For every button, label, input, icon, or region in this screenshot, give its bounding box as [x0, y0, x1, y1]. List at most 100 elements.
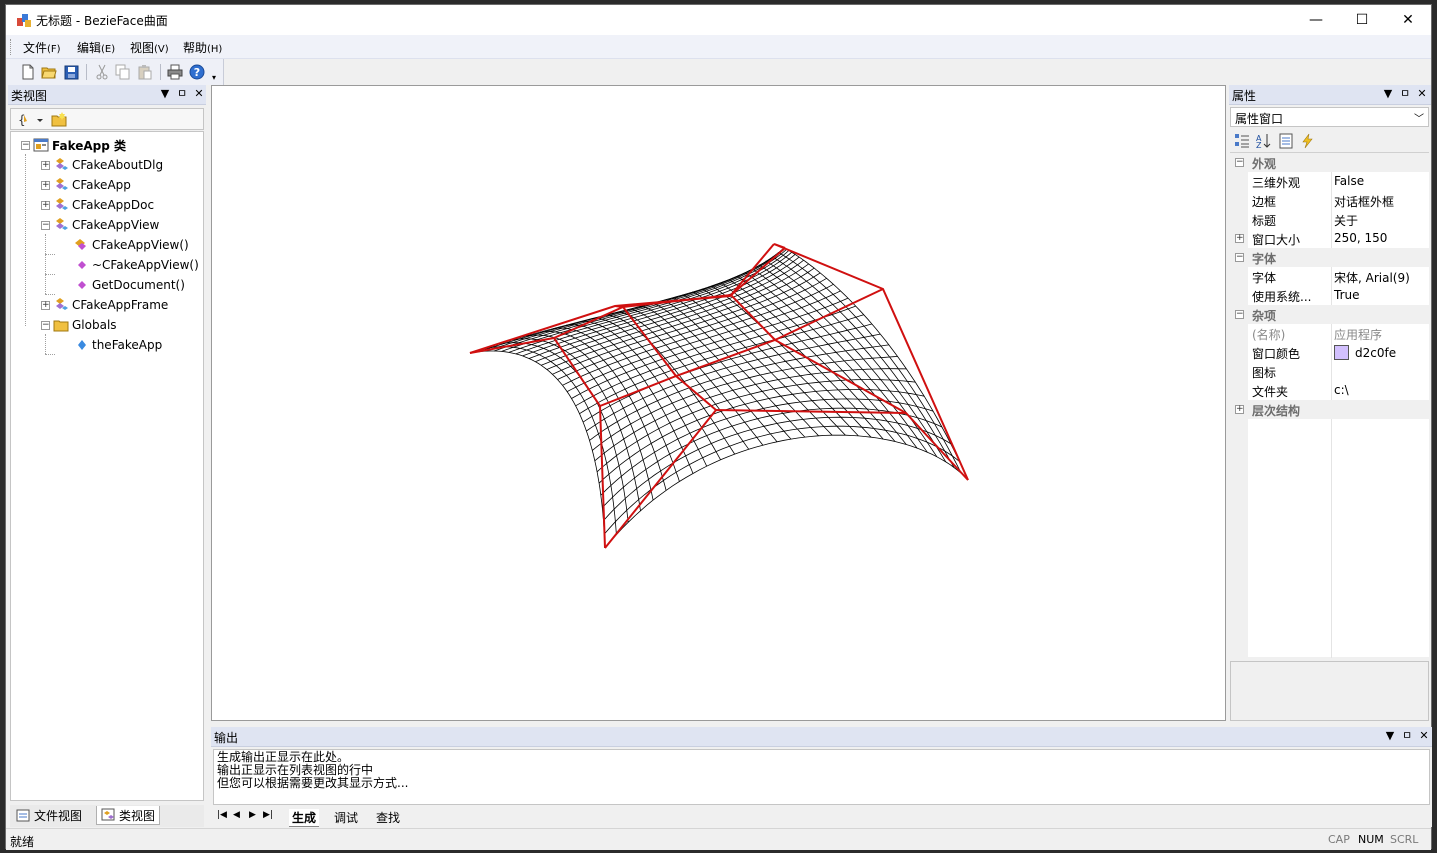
property-row[interactable]: 使用系统... True — [1230, 286, 1429, 305]
events-icon[interactable] — [1300, 133, 1316, 149]
collapse-icon[interactable]: − — [1235, 310, 1244, 319]
copy-icon[interactable] — [115, 64, 131, 80]
tree-node-root[interactable]: FakeApp 类 — [33, 136, 126, 154]
property-row[interactable]: 图标 — [1230, 362, 1429, 381]
maximize-button[interactable]: ☐ — [1339, 5, 1385, 35]
tab-file-view[interactable]: 文件视图 — [12, 806, 86, 825]
prev-tab-icon[interactable]: ◀ — [233, 810, 240, 820]
close-icon[interactable]: ✕ — [192, 87, 206, 101]
property-row[interactable]: 标题 关于 — [1230, 210, 1429, 229]
collapse-icon[interactable]: − — [1235, 253, 1244, 262]
paste-icon[interactable] — [137, 64, 153, 80]
property-value[interactable]: d2c0fe — [1334, 345, 1396, 360]
property-divider[interactable] — [1331, 229, 1332, 248]
tree-collapse-icon[interactable]: − — [41, 321, 50, 330]
menu-edit[interactable]: 编辑(E) — [77, 39, 115, 56]
property-value[interactable]: True — [1334, 288, 1360, 302]
property-divider[interactable] — [1331, 286, 1332, 305]
tab-find[interactable]: 查找 — [373, 809, 403, 826]
expand-icon[interactable]: + — [1235, 234, 1244, 243]
property-value[interactable]: c:\ — [1334, 383, 1349, 397]
categorized-icon[interactable] — [1234, 133, 1250, 149]
save-icon[interactable] — [63, 64, 79, 80]
alphabetical-icon[interactable]: AZ — [1256, 133, 1272, 149]
title-bar[interactable]: 无标题 - BezieFace曲面 — ☐ ✕ — [6, 5, 1431, 35]
pin-icon[interactable]: ㅁ — [1398, 87, 1412, 101]
property-object-select[interactable]: 属性窗口 ﹀ — [1230, 107, 1429, 127]
property-row[interactable]: (名称) 应用程序 — [1230, 324, 1429, 343]
property-divider[interactable] — [1331, 381, 1332, 400]
property-row[interactable]: 字体 宋体, Arial(9) — [1230, 267, 1429, 286]
property-category[interactable]: − 杂项 — [1230, 305, 1429, 324]
last-tab-icon[interactable]: ▶| — [263, 810, 273, 820]
print-icon[interactable] — [167, 64, 183, 80]
close-icon[interactable]: ✕ — [1415, 87, 1429, 101]
tab-class-view[interactable]: 类视图 — [96, 806, 161, 825]
property-category[interactable]: − 外观 — [1230, 153, 1429, 172]
tree-node-folder[interactable]: Globals — [53, 316, 117, 334]
pane-menu-icon[interactable]: ▼ — [1383, 729, 1397, 743]
pane-menu-icon[interactable]: ▼ — [158, 87, 172, 101]
tree-node-method[interactable]: GetDocument() — [73, 276, 185, 294]
property-row[interactable]: 边框 对话框外框 — [1230, 191, 1429, 210]
new-folder-icon[interactable] — [51, 112, 67, 127]
property-category[interactable]: − 字体 — [1230, 248, 1429, 267]
tab-build[interactable]: 生成 — [289, 809, 320, 827]
tree-expand-icon[interactable]: + — [41, 201, 50, 210]
menubar-grip[interactable] — [10, 39, 13, 55]
color-swatch[interactable] — [1334, 345, 1349, 360]
close-icon[interactable]: ✕ — [1417, 729, 1431, 743]
first-tab-icon[interactable]: |◀ — [217, 810, 227, 820]
open-folder-icon[interactable] — [41, 64, 57, 80]
tree-expand-icon[interactable]: + — [41, 161, 50, 170]
property-value[interactable]: 关于 — [1334, 212, 1358, 229]
tree-expand-icon[interactable]: + — [41, 301, 50, 310]
tree-expand-icon[interactable]: + — [41, 181, 50, 190]
property-value[interactable]: 250, 150 — [1334, 231, 1387, 245]
property-divider[interactable] — [1331, 172, 1332, 191]
tree-node-class[interactable]: CFakeAppFrame — [53, 296, 168, 314]
menu-help[interactable]: 帮助(H) — [183, 39, 222, 56]
menu-view[interactable]: 视图(V) — [130, 39, 169, 56]
sort-icon[interactable]: { — [17, 112, 45, 127]
close-button[interactable]: ✕ — [1385, 5, 1431, 35]
bezier-surface-view[interactable] — [211, 85, 1226, 721]
property-row[interactable]: 三维外观 False — [1230, 172, 1429, 191]
new-file-icon[interactable] — [20, 64, 36, 80]
minimize-button[interactable]: — — [1293, 5, 1339, 35]
property-row[interactable]: 窗口颜色 d2c0fe — [1230, 343, 1429, 362]
property-divider[interactable] — [1331, 324, 1332, 343]
property-value[interactable]: 应用程序 — [1334, 326, 1382, 343]
bezier-surface-canvas[interactable] — [212, 86, 1225, 720]
pin-icon[interactable]: ㅁ — [175, 87, 189, 101]
property-divider[interactable] — [1331, 210, 1332, 229]
tree-node-class[interactable]: CFakeApp — [53, 176, 131, 194]
tree-node-class[interactable]: CFakeAppView — [53, 216, 159, 234]
property-divider[interactable] — [1331, 267, 1332, 286]
property-row[interactable]: 文件夹 c:\ — [1230, 381, 1429, 400]
output-text[interactable]: 生成输出正显示在此处。 输出正显示在列表视图的行中 但您可以根据需要更改其显示方… — [213, 749, 1430, 805]
tree-node-variable[interactable]: theFakeApp — [73, 336, 162, 354]
tab-debug[interactable]: 调试 — [331, 809, 361, 826]
collapse-icon[interactable]: − — [1235, 158, 1244, 167]
property-category[interactable]: + 层次结构 — [1230, 400, 1429, 419]
toolbar-overflow-icon[interactable]: ▾ — [212, 73, 216, 82]
property-value[interactable]: 宋体, Arial(9) — [1334, 269, 1410, 286]
pane-menu-icon[interactable]: ▼ — [1381, 87, 1395, 101]
tree-collapse-icon[interactable]: − — [41, 221, 50, 230]
tree-node-class[interactable]: CFakeAppDoc — [53, 196, 154, 214]
property-value[interactable]: 对话框外框 — [1334, 193, 1394, 210]
property-row[interactable]: + 窗口大小 250, 150 — [1230, 229, 1429, 248]
pin-icon[interactable]: ㅁ — [1400, 729, 1414, 743]
tree-node-method[interactable]: ~CFakeAppView() — [73, 256, 199, 274]
property-pages-icon[interactable] — [1278, 133, 1294, 149]
help-icon[interactable]: ? — [189, 64, 205, 80]
cut-icon[interactable] — [94, 64, 110, 80]
tree-node-class[interactable]: CFakeAboutDlg — [53, 156, 163, 174]
property-divider[interactable] — [1331, 191, 1332, 210]
property-divider[interactable] — [1331, 343, 1332, 362]
next-tab-icon[interactable]: ▶ — [249, 810, 256, 820]
property-divider[interactable] — [1331, 362, 1332, 381]
expand-icon[interactable]: + — [1235, 405, 1244, 414]
tree-node-method[interactable]: CFakeAppView() — [73, 236, 189, 254]
